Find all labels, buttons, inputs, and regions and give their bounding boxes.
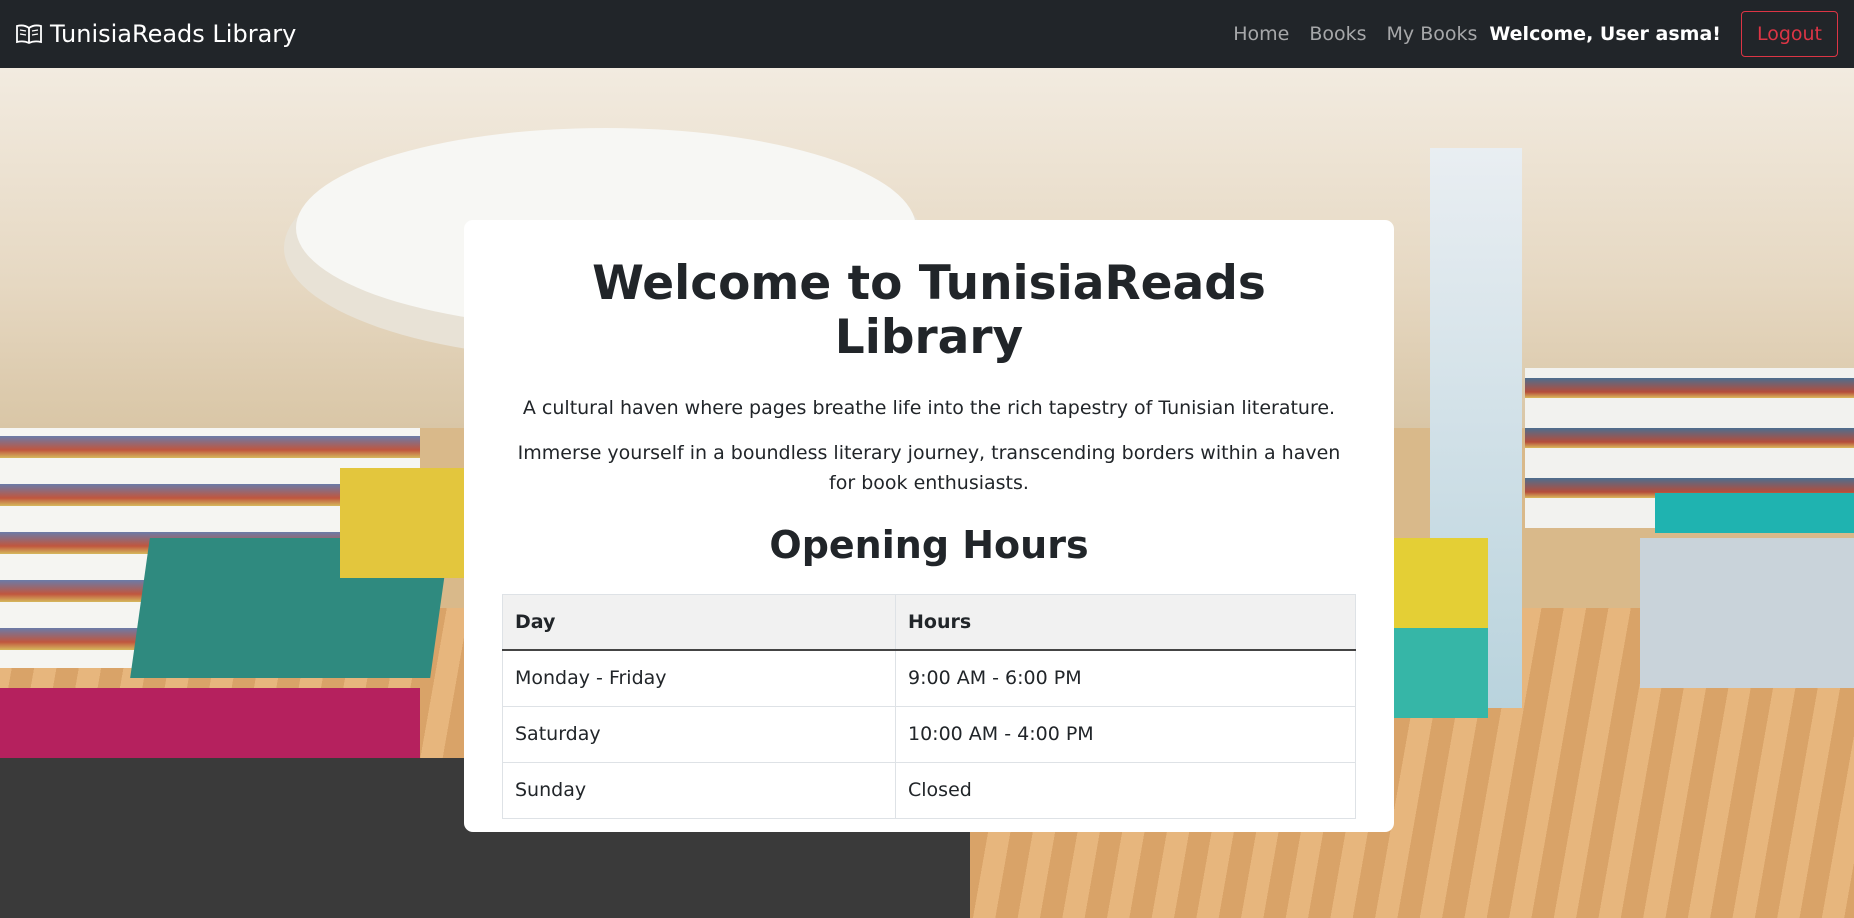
intro-text-2: Immerse yourself in a boundless literary… bbox=[517, 442, 1341, 495]
day-cell: Monday - Friday bbox=[502, 649, 896, 707]
intro-text: A cultural haven where pages breathe lif… bbox=[522, 397, 1336, 420]
welcome-card: Welcome to TunisiaReads Library A cultur… bbox=[464, 220, 1394, 832]
table-row: Monday - Friday 9:00 AM - 6:00 PM bbox=[502, 649, 1356, 707]
table-row: Sunday Closed bbox=[502, 761, 1356, 819]
day-cell: Sunday bbox=[502, 761, 896, 819]
hours-cell: Closed bbox=[895, 761, 1356, 819]
day-cell: Saturday bbox=[502, 705, 896, 763]
hours-cell: 9:00 AM - 6:00 PM bbox=[895, 649, 1356, 707]
brand-link[interactable]: TunisiaReads Library bbox=[16, 20, 296, 48]
page-title: Welcome to TunisiaReads Library bbox=[592, 256, 1266, 366]
column-header-day: Day bbox=[502, 593, 896, 652]
welcome-text: Welcome, User asma! bbox=[1489, 23, 1721, 45]
column-header-hours: Hours bbox=[895, 593, 1356, 652]
brand-name: TunisiaReads Library bbox=[50, 20, 297, 48]
nav-menu: Home Books My Books Welcome, User asma! … bbox=[1223, 11, 1838, 57]
table-row: Saturday 10:00 AM - 4:00 PM bbox=[502, 705, 1356, 763]
nav-link-books[interactable]: Books bbox=[1299, 23, 1376, 45]
navbar: TunisiaReads Library Home Books My Books… bbox=[0, 0, 1854, 68]
opening-hours-table: Day Hours Monday - Friday 9:00 AM - 6:00… bbox=[502, 593, 1356, 819]
opening-hours-heading: Opening Hours bbox=[769, 523, 1089, 568]
logout-button[interactable]: Logout bbox=[1740, 11, 1838, 57]
open-book-icon bbox=[16, 24, 42, 44]
nav-link-my-books[interactable]: My Books bbox=[1377, 23, 1488, 45]
nav-link-home[interactable]: Home bbox=[1223, 23, 1299, 45]
table-header-row: Day Hours bbox=[502, 593, 1356, 652]
hours-cell: 10:00 AM - 4:00 PM bbox=[895, 705, 1356, 763]
